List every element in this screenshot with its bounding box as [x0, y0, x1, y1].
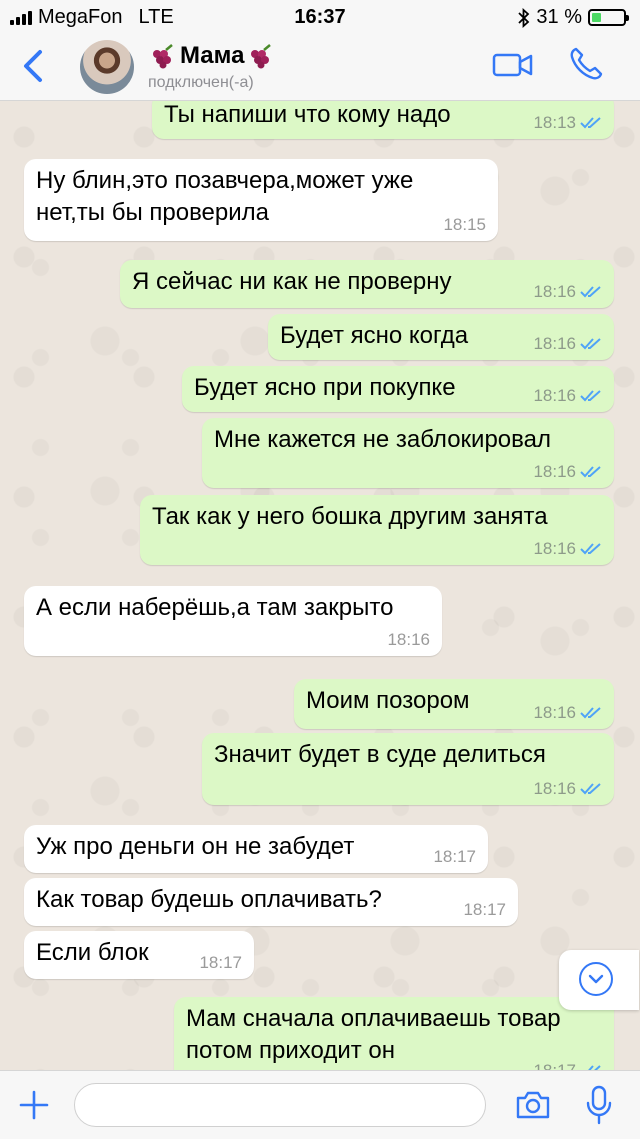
contact-name-row[interactable]: Мама [148, 42, 276, 70]
chevron-down-circle-icon [579, 962, 613, 996]
message-time: 18:16 [533, 539, 576, 558]
status-bar-right: 31 % [518, 6, 629, 29]
chat-header: Мама подключен(-а) [0, 34, 640, 101]
message-time: 18:16 [533, 462, 576, 481]
grapes-emoji-icon [251, 44, 272, 69]
message-time: 18:16 [533, 334, 576, 353]
double-check-icon [580, 286, 601, 298]
message-time: 18:16 [533, 282, 576, 301]
message-time: 18:16 [533, 703, 576, 722]
grapes-emoji-icon [153, 44, 173, 69]
message-text: Ну блин,это позавчера,может уже нет,ты б… [36, 167, 414, 226]
message-text: А если наберёшь,а там закрыто [36, 594, 394, 621]
contact-status: подключен(-а) [148, 74, 254, 91]
message-text: Мам сначала оплачиваешь товар потом прих… [186, 1005, 561, 1064]
double-check-icon [580, 783, 601, 795]
message-outgoing[interactable]: Значит будет в суде делиться 18:16 [202, 733, 614, 805]
message-time: 18:17 [433, 847, 476, 866]
message-text: Значит будет в суде делиться [214, 741, 546, 768]
message-text: Я сейчас ни как не проверну [132, 268, 452, 295]
contact-name: Мама [180, 42, 245, 69]
message-outgoing[interactable]: Мам сначала оплачиваешь товар потом прих… [174, 997, 614, 1070]
scroll-to-bottom-button[interactable] [559, 950, 639, 1010]
double-check-icon [580, 543, 601, 555]
message-incoming[interactable]: Уж про деньги он не забудет 18:17 [24, 825, 488, 873]
message-incoming[interactable]: Если блок 18:17 [24, 931, 254, 979]
double-check-icon [580, 707, 601, 719]
message-text: Так как у него бошка другим занята [152, 503, 548, 530]
plus-icon[interactable] [18, 1089, 50, 1121]
message-text: Как товар будешь оплачивать? [36, 886, 382, 913]
status-bar: MegaFon LTE 16:37 31 % [0, 0, 640, 34]
double-check-icon [580, 390, 601, 402]
chat-messages[interactable]: Ты напиши что кому надо 18:13 Ну блин,эт… [0, 101, 640, 1070]
message-time: 18:16 [387, 630, 430, 649]
message-outgoing[interactable]: Ты напиши что кому надо 18:13 [152, 101, 614, 139]
message-incoming[interactable]: Как товар будешь оплачивать? 18:17 [24, 878, 518, 926]
camera-icon[interactable] [514, 1089, 552, 1121]
message-text: Уж про деньги он не забудет [36, 833, 355, 860]
message-time: 18:16 [533, 386, 576, 405]
avatar[interactable] [80, 40, 134, 94]
message-input-bar [0, 1070, 640, 1139]
microphone-icon[interactable] [586, 1085, 612, 1125]
message-time: 18:16 [533, 779, 576, 798]
message-outgoing[interactable]: Так как у него бошка другим занята 18:16 [140, 495, 614, 565]
message-time: 18:13 [533, 113, 576, 132]
message-outgoing[interactable]: Моим позором 18:16 [294, 679, 614, 729]
message-text: Мне кажется не заблокировал [214, 426, 551, 453]
message-outgoing[interactable]: Будет ясно когда 18:16 [268, 314, 614, 360]
battery-level-fill [592, 13, 602, 22]
double-check-icon [580, 466, 601, 478]
message-input[interactable] [74, 1083, 486, 1127]
phone-icon[interactable] [568, 46, 604, 82]
message-time: 18:17 [533, 1061, 576, 1070]
chevron-left-icon[interactable] [18, 48, 48, 84]
video-camera-icon[interactable] [492, 50, 534, 80]
message-incoming[interactable]: Ну блин,это позавчера,может уже нет,ты б… [24, 159, 498, 241]
message-time: 18:17 [463, 900, 506, 919]
message-time: 18:15 [443, 215, 486, 234]
bluetooth-icon [518, 7, 530, 28]
message-time: 18:17 [199, 953, 242, 972]
message-outgoing[interactable]: Я сейчас ни как не проверну 18:16 [120, 260, 614, 308]
battery-icon [588, 9, 629, 26]
message-outgoing[interactable]: Мне кажется не заблокировал 18:16 [202, 418, 614, 488]
battery-percent: 31 % [536, 6, 582, 28]
double-check-icon [580, 117, 601, 129]
message-incoming[interactable]: А если наберёшь,а там закрыто 18:16 [24, 586, 442, 656]
double-check-icon [580, 338, 601, 350]
message-outgoing[interactable]: Будет ясно при покупке 18:16 [182, 366, 614, 412]
